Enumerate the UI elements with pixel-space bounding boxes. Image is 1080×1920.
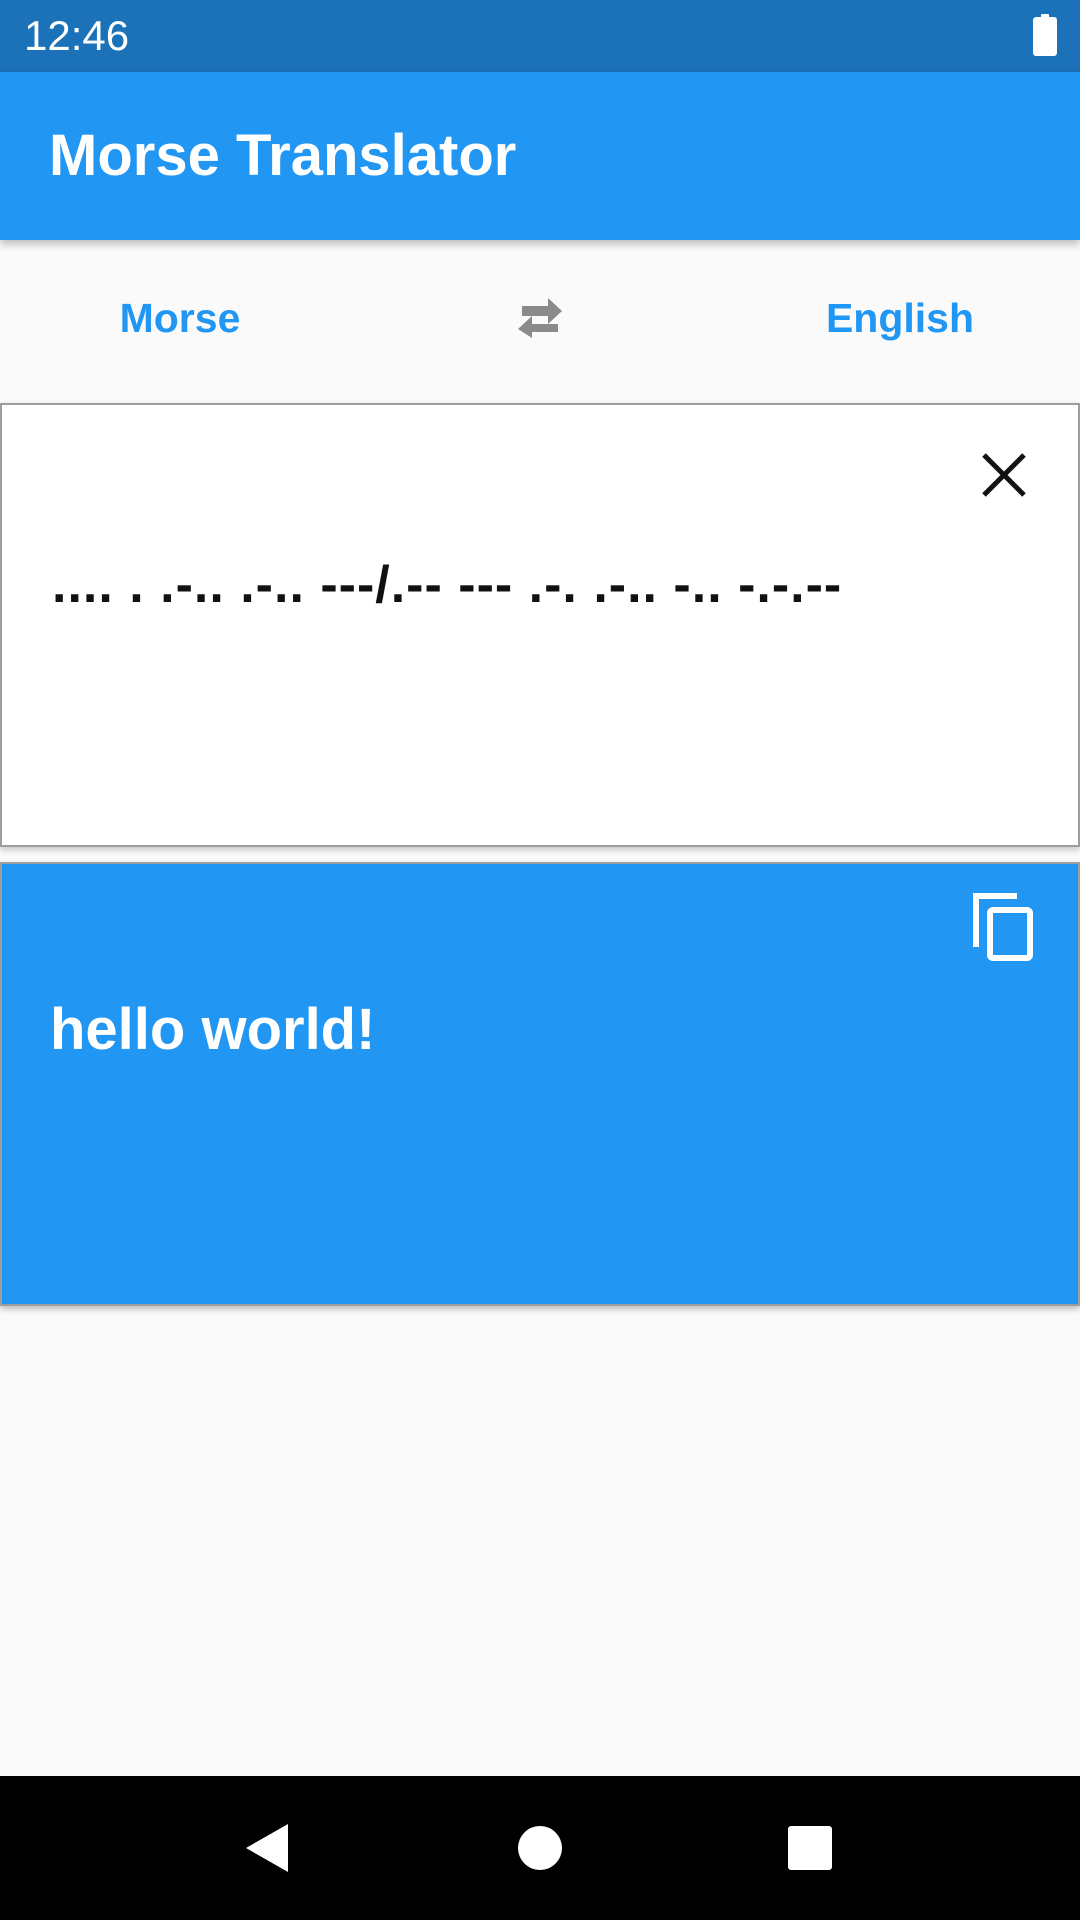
app-title: Morse Translator [49, 123, 517, 188]
back-triangle-icon[interactable] [240, 1818, 300, 1878]
morse-input-card[interactable]: .... . .-.. .-.. ---/.-- --- .-. .-.. -.… [0, 403, 1080, 847]
close-icon[interactable] [974, 445, 1034, 505]
home-circle-icon[interactable] [510, 1818, 570, 1878]
translation-output-card: hello world! [0, 862, 1080, 1306]
target-language-button[interactable]: English [780, 288, 1020, 348]
status-time: 12:46 [24, 12, 130, 59]
swap-horizontal-icon[interactable] [508, 284, 572, 348]
battery-full-icon [1033, 14, 1057, 56]
language-selector-row: Morse English [0, 240, 1080, 404]
copy-icon[interactable] [970, 890, 1036, 962]
translation-output-text: hello world! [50, 997, 376, 1062]
status-bar: 12:46 [0, 0, 1080, 72]
screen: 12:46 Morse Translator Morse English ...… [0, 0, 1080, 1920]
morse-input-text[interactable]: .... . .-.. .-.. ---/.-- --- .-. .-.. -.… [52, 555, 1012, 615]
recents-square-icon[interactable] [780, 1818, 840, 1878]
source-language-button[interactable]: Morse [60, 288, 300, 348]
app-bar: Morse Translator [0, 72, 1080, 240]
system-nav-bar [0, 1776, 1080, 1920]
